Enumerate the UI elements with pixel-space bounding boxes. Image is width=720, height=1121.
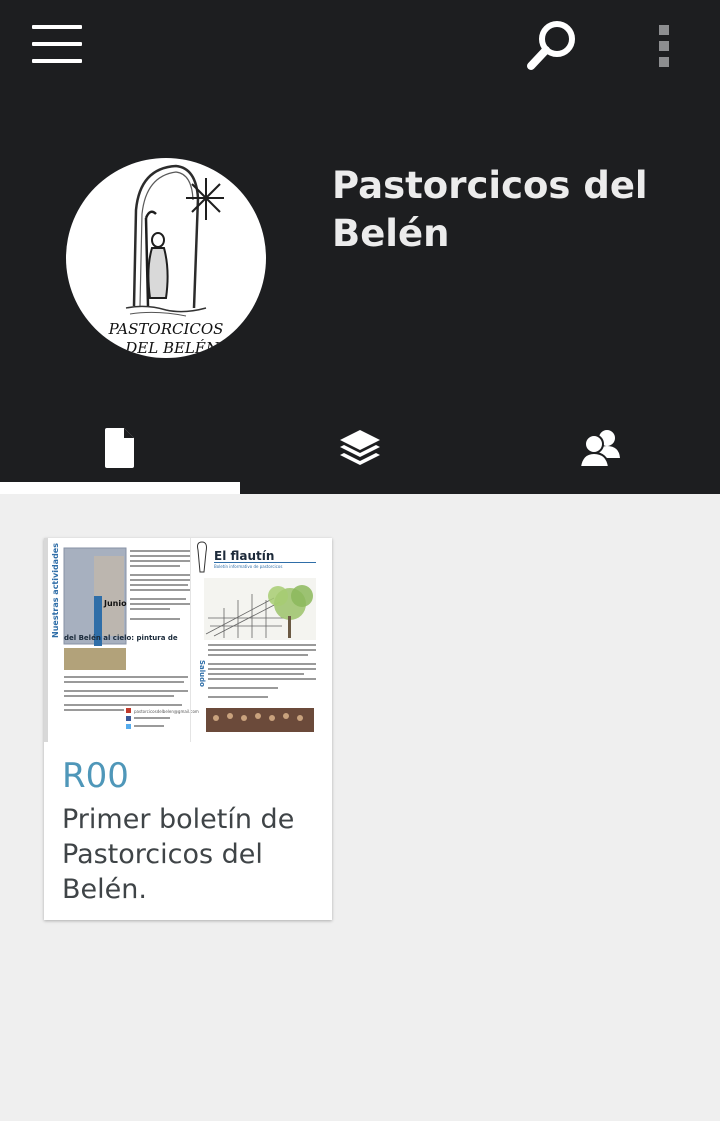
thumb-email: pastorcicosdelbelen@gmail.com xyxy=(134,709,199,714)
thumb-title: El flautín xyxy=(214,549,274,563)
layers-icon xyxy=(340,430,380,465)
thumb-month: Junio xyxy=(103,599,127,608)
overflow-menu-icon xyxy=(659,25,669,67)
tab-bar xyxy=(0,402,720,494)
profile-avatar: PASTORCICOS DEL BELÉN. xyxy=(66,158,266,358)
logo-text-line1: PASTORCICOS xyxy=(108,320,224,338)
publication-thumbnail: Junio Nuestras actividades del Belén al … xyxy=(44,538,332,742)
hamburger-menu-icon xyxy=(32,25,82,63)
overflow-menu-button[interactable] xyxy=(640,18,688,74)
thumb-left-heading: Nuestras actividades xyxy=(51,543,60,638)
search-icon xyxy=(527,21,575,70)
thumb-subtitle: Boletín informativo de pastorcicos xyxy=(214,564,282,569)
thumb-side-label: Saludo xyxy=(198,660,206,687)
tab-documents[interactable] xyxy=(0,402,240,494)
publication-card[interactable]: Junio Nuestras actividades del Belén al … xyxy=(44,538,332,920)
publication-description: Primer boletín de Pastorcicos del Belén. xyxy=(62,804,295,905)
search-button[interactable] xyxy=(518,14,588,76)
profile-name: Pastorcicos del Belén xyxy=(332,164,648,255)
tab-followers[interactable] xyxy=(480,402,720,494)
logo-text-line2: DEL BELÉN. xyxy=(124,339,223,357)
publication-code: R00 xyxy=(62,756,129,796)
menu-button[interactable] xyxy=(22,14,92,74)
tab-collections[interactable] xyxy=(240,402,480,494)
newsletter-cover-image: Junio Nuestras actividades del Belén al … xyxy=(44,538,332,742)
selected-tab-indicator xyxy=(0,482,240,494)
document-icon xyxy=(105,428,134,468)
people-icon xyxy=(579,430,620,468)
thumb-caption: del Belén al cielo: pintura de xyxy=(64,634,178,642)
pastorcicos-logo: PASTORCICOS DEL BELÉN. xyxy=(108,164,224,357)
app-bar: PASTORCICOS DEL BELÉN. Pastorcicos del B… xyxy=(0,0,720,494)
